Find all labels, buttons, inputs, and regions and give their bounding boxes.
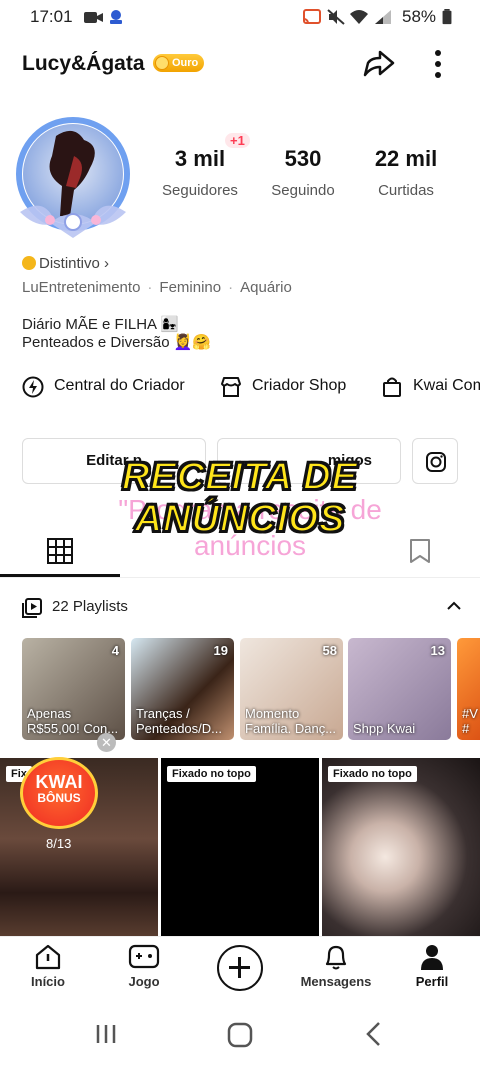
pinned-label: Fixado no topo — [328, 766, 417, 782]
video-record-icon — [84, 12, 103, 23]
battery-percent: 58% — [402, 7, 437, 26]
playlist-title: Shpp Kwai — [353, 721, 416, 736]
app-notification-icon — [110, 10, 122, 24]
add-icon[interactable] — [217, 945, 263, 991]
share-arrow-icon[interactable] — [362, 49, 396, 79]
likes-stat[interactable]: 22 mil Curtidas — [356, 146, 456, 199]
close-icon[interactable]: ✕ — [97, 733, 116, 752]
status-time: 17:01 — [30, 7, 73, 26]
playlist-count: 58 — [322, 643, 337, 658]
back-icon[interactable] — [364, 1021, 384, 1047]
nav-home[interactable]: Início — [8, 943, 88, 989]
followers-stat[interactable]: 3 mil Seguidores — [150, 146, 250, 199]
creator-shop-label: Criador Shop — [252, 377, 347, 394]
status-bar: 17:01 58% — [0, 0, 480, 34]
followers-label: Seguidores — [162, 182, 238, 199]
tag-item: Aquário — [240, 279, 292, 296]
likes-count: 22 mil — [374, 146, 438, 171]
signal-icon — [375, 10, 391, 24]
profile-tags: LuEntretenimento · Feminino · Aquário — [22, 279, 292, 296]
playlist-card[interactable]: 58 Momento Família. Danç... — [240, 638, 343, 740]
instagram-icon — [426, 452, 446, 472]
playlist-count: 19 — [213, 643, 228, 658]
playlists-count-label: 22 Playlists — [52, 598, 128, 615]
kwai-bonus-badge[interactable]: KWAI BÔNUS — [20, 757, 98, 829]
nav-profile-label: Perfil — [415, 974, 449, 989]
level-badge-label: Ouro — [172, 57, 199, 69]
bio-line: Diário MÃE e FILHA 👩‍👧 — [22, 316, 180, 333]
following-stat[interactable]: 530 Seguindo — [253, 146, 353, 199]
nav-messages-label: Mensagens — [300, 974, 372, 989]
playlist-icon — [22, 598, 42, 618]
playlist-title: Apenas R$55,00! Con... — [27, 706, 119, 736]
nav-profile[interactable]: Perfil — [392, 943, 472, 989]
playlist-card[interactable]: 19 Tranças / Penteados/D... — [131, 638, 234, 740]
creator-links-row: Central do Criador Criador Shop Kwai Com — [0, 372, 480, 406]
kwai-bonus-line: KWAI — [35, 772, 83, 792]
shopping-bag-icon — [383, 377, 401, 397]
video-thumbnail[interactable]: Fixado no topo — [161, 758, 319, 938]
bell-icon — [325, 945, 347, 970]
tag-item: Feminino — [159, 279, 222, 296]
distintivo-link[interactable]: Distintivo › — [22, 255, 109, 272]
overlay-title-line: ANÚNCIOS — [134, 497, 346, 541]
wifi-icon — [350, 10, 368, 24]
playlist-card[interactable]: #V ai # — [457, 638, 480, 740]
avatar[interactable] — [14, 116, 132, 240]
profile-page: 17:01 58% Lucy&Ágata Ouro +1 3 mil Segui… — [0, 0, 480, 1066]
kwai-bonus-line: BÔNUS — [37, 791, 81, 805]
overlay-title-line: RECEITA DE — [121, 455, 358, 499]
chevron-right-icon: › — [104, 255, 110, 272]
more-vertical-icon[interactable] — [428, 48, 448, 80]
playlist-title: Momento Família. Danç... — [245, 706, 337, 736]
following-count: 530 — [284, 146, 322, 171]
following-label: Seguindo — [271, 182, 335, 199]
creator-center-label: Central do Criador — [54, 377, 185, 394]
playlist-count: 13 — [430, 643, 445, 658]
profile-bio: Diário MÃE e FILHA 👩‍👧 Penteados e Diver… — [22, 316, 211, 352]
bio-line: Penteados e Diversão 💆‍♀️🤗 — [22, 334, 212, 351]
instagram-button[interactable] — [412, 438, 458, 484]
tag-item: LuEntretenimento — [22, 279, 141, 296]
coin-icon — [155, 56, 169, 70]
pinned-label: Fixado no topo — [167, 766, 256, 782]
nav-messages[interactable]: Mensagens — [296, 943, 376, 989]
battery-icon — [442, 9, 452, 25]
gamepad-icon — [128, 944, 160, 969]
video-thumbnail[interactable]: Fixado no topo — [322, 758, 480, 938]
followers-count: 3 mil — [174, 146, 226, 171]
likes-label: Curtidas — [378, 182, 434, 199]
nav-game[interactable]: Jogo — [104, 943, 184, 989]
playlist-card[interactable]: 4 Apenas R$55,00! Con... — [22, 638, 125, 740]
overlay-title: RECEITA DE ANÚNCIOS — [100, 455, 380, 541]
playlist-title: #V ai # — [462, 706, 480, 736]
playlists-header[interactable]: 22 Playlists — [22, 596, 462, 620]
chevron-up-icon[interactable] — [446, 598, 462, 614]
mute-icon — [327, 9, 345, 25]
cast-icon — [303, 9, 321, 24]
nav-game-label: Jogo — [128, 974, 160, 989]
store-icon — [221, 377, 241, 397]
level-badge[interactable]: Ouro — [153, 54, 205, 72]
profile-header: Lucy&Ágata Ouro — [0, 40, 480, 88]
active-tab-indicator — [0, 574, 120, 577]
home-button-icon[interactable] — [227, 1022, 253, 1048]
kwai-com-label: Kwai Com — [413, 377, 480, 394]
system-navigation-bar — [0, 1002, 480, 1066]
nav-home-label: Início — [31, 974, 65, 989]
home-icon — [35, 944, 61, 970]
distintivo-label: Distintivo — [39, 255, 100, 272]
playlist-count: 4 — [111, 643, 119, 658]
recent-apps-icon[interactable] — [94, 1022, 118, 1046]
bonus-progress: 8/13 — [46, 836, 72, 851]
distintivo-icon — [22, 256, 36, 270]
person-icon — [421, 945, 443, 970]
playlist-title: Tranças / Penteados/D... — [136, 706, 222, 736]
lightning-circle-icon — [22, 376, 44, 398]
username: Lucy&Ágata — [22, 52, 145, 75]
playlist-card[interactable]: 13 Shpp Kwai — [348, 638, 451, 740]
